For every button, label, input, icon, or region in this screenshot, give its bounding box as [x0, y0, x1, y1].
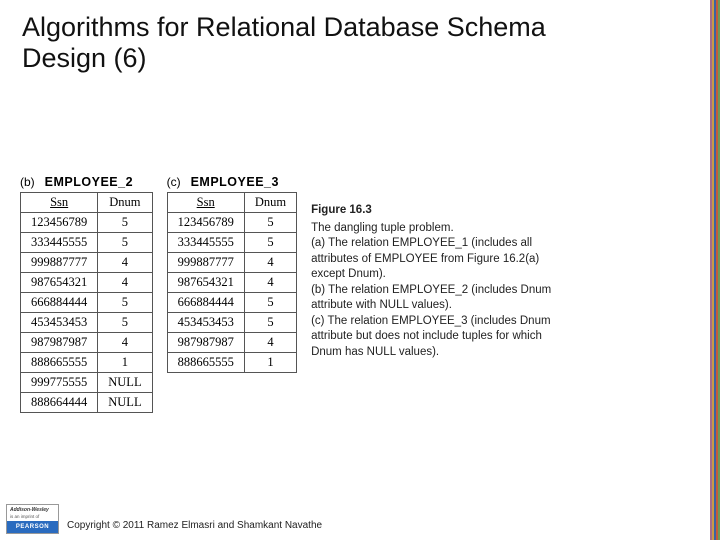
table-cell: 5: [98, 213, 152, 233]
table-row: 9876543214: [21, 273, 153, 293]
table-row: 8886655551: [21, 353, 153, 373]
table-cell: 453453453: [21, 313, 98, 333]
footer: Addison-Wesley is an imprint of PEARSON …: [6, 504, 322, 534]
figure-caption: Figure 16.3 The dangling tuple problem. …: [311, 203, 556, 360]
table-cell: 999775555: [21, 373, 98, 393]
table-cell: 5: [244, 213, 296, 233]
table-cell: 888664444: [21, 393, 98, 413]
table-cell: 987987987: [21, 333, 98, 353]
accent-bar: [710, 0, 720, 540]
table-cell: 5: [98, 293, 152, 313]
slide-title: Algorithms for Relational Database Schem…: [22, 12, 582, 74]
table-cell: 5: [244, 293, 296, 313]
figure-line1: The dangling tuple problem.: [311, 222, 454, 234]
table-cell: 5: [98, 233, 152, 253]
table-cell: 1: [244, 353, 296, 373]
table-row: 4534534535: [167, 313, 297, 333]
table-cell: 666884444: [21, 293, 98, 313]
table-row: 6668844445: [167, 293, 297, 313]
employee-2-table: Ssn Dnum 1234567895333445555599988777749…: [20, 192, 153, 413]
table-cell: 4: [98, 273, 152, 293]
table-cell: 999887777: [167, 253, 244, 273]
table-row: 3334455555: [167, 233, 297, 253]
table-cell: 333445555: [167, 233, 244, 253]
table-row: 9879879874: [167, 333, 297, 353]
pearson-bar: PEARSON: [7, 521, 58, 533]
table-c-block: (c) EMPLOYEE_3 Ssn Dnum 1234567895333445…: [167, 175, 298, 373]
figure-line-b: (b) The relation EMPLOYEE_2 (includes Dn…: [311, 284, 551, 312]
table-b-name: EMPLOYEE_2: [45, 175, 133, 189]
employee-3-table: Ssn Dnum 1234567895333445555599988777749…: [167, 192, 298, 373]
col-dnum: Dnum: [244, 193, 296, 213]
table-c-letter: (c): [167, 175, 181, 189]
figure-line-c: (c) The relation EMPLOYEE_3 (includes Dn…: [311, 315, 550, 358]
table-c-name: EMPLOYEE_3: [191, 175, 279, 189]
table-b-letter: (b): [20, 175, 35, 189]
table-cell: 4: [244, 273, 296, 293]
table-cell: 4: [98, 333, 152, 353]
imprint-text: is an imprint of: [10, 514, 39, 519]
table-cell: 1: [98, 353, 152, 373]
table-row: 999775555NULL: [21, 373, 153, 393]
col-dnum: Dnum: [98, 193, 152, 213]
table-row: 888664444NULL: [21, 393, 153, 413]
content-area: (b) EMPLOYEE_2 Ssn Dnum 1234567895333445…: [20, 175, 700, 413]
figure-line-a: (a) The relation EMPLOYEE_1 (includes al…: [311, 237, 539, 280]
table-row: 9879879874: [21, 333, 153, 353]
copyright-text: Copyright © 2011 Ramez Elmasri and Shamk…: [67, 520, 322, 534]
figure-label: Figure 16.3: [311, 203, 556, 219]
table-cell: 453453453: [167, 313, 244, 333]
table-cell: 4: [244, 253, 296, 273]
table-cell: 5: [244, 233, 296, 253]
table-cell: NULL: [98, 373, 152, 393]
table-row: 6668844445: [21, 293, 153, 313]
col-ssn: Ssn: [167, 193, 244, 213]
table-b-block: (b) EMPLOYEE_2 Ssn Dnum 1234567895333445…: [20, 175, 153, 413]
table-cell: 888665555: [167, 353, 244, 373]
table-cell: 987654321: [167, 273, 244, 293]
table-cell: 4: [244, 333, 296, 353]
table-cell: 123456789: [21, 213, 98, 233]
slide: Algorithms for Relational Database Schem…: [0, 0, 720, 540]
table-cell: NULL: [98, 393, 152, 413]
table-cell: 5: [98, 313, 152, 333]
table-cell: 123456789: [167, 213, 244, 233]
addison-wesley-text: Addison-Wesley: [10, 507, 49, 513]
table-cell: 666884444: [167, 293, 244, 313]
table-row: 3334455555: [21, 233, 153, 253]
table-row: 9998877774: [167, 253, 297, 273]
table-cell: 888665555: [21, 353, 98, 373]
table-cell: 333445555: [21, 233, 98, 253]
table-row: 8886655551: [167, 353, 297, 373]
table-cell: 5: [244, 313, 296, 333]
table-cell: 987987987: [167, 333, 244, 353]
table-row: 9998877774: [21, 253, 153, 273]
table-row: 4534534535: [21, 313, 153, 333]
table-cell: 987654321: [21, 273, 98, 293]
pearson-logo: Addison-Wesley is an imprint of PEARSON: [6, 504, 59, 534]
table-row: 9876543214: [167, 273, 297, 293]
table-row: 1234567895: [21, 213, 153, 233]
table-cell: 4: [98, 253, 152, 273]
col-ssn: Ssn: [21, 193, 98, 213]
table-cell: 999887777: [21, 253, 98, 273]
table-row: 1234567895: [167, 213, 297, 233]
